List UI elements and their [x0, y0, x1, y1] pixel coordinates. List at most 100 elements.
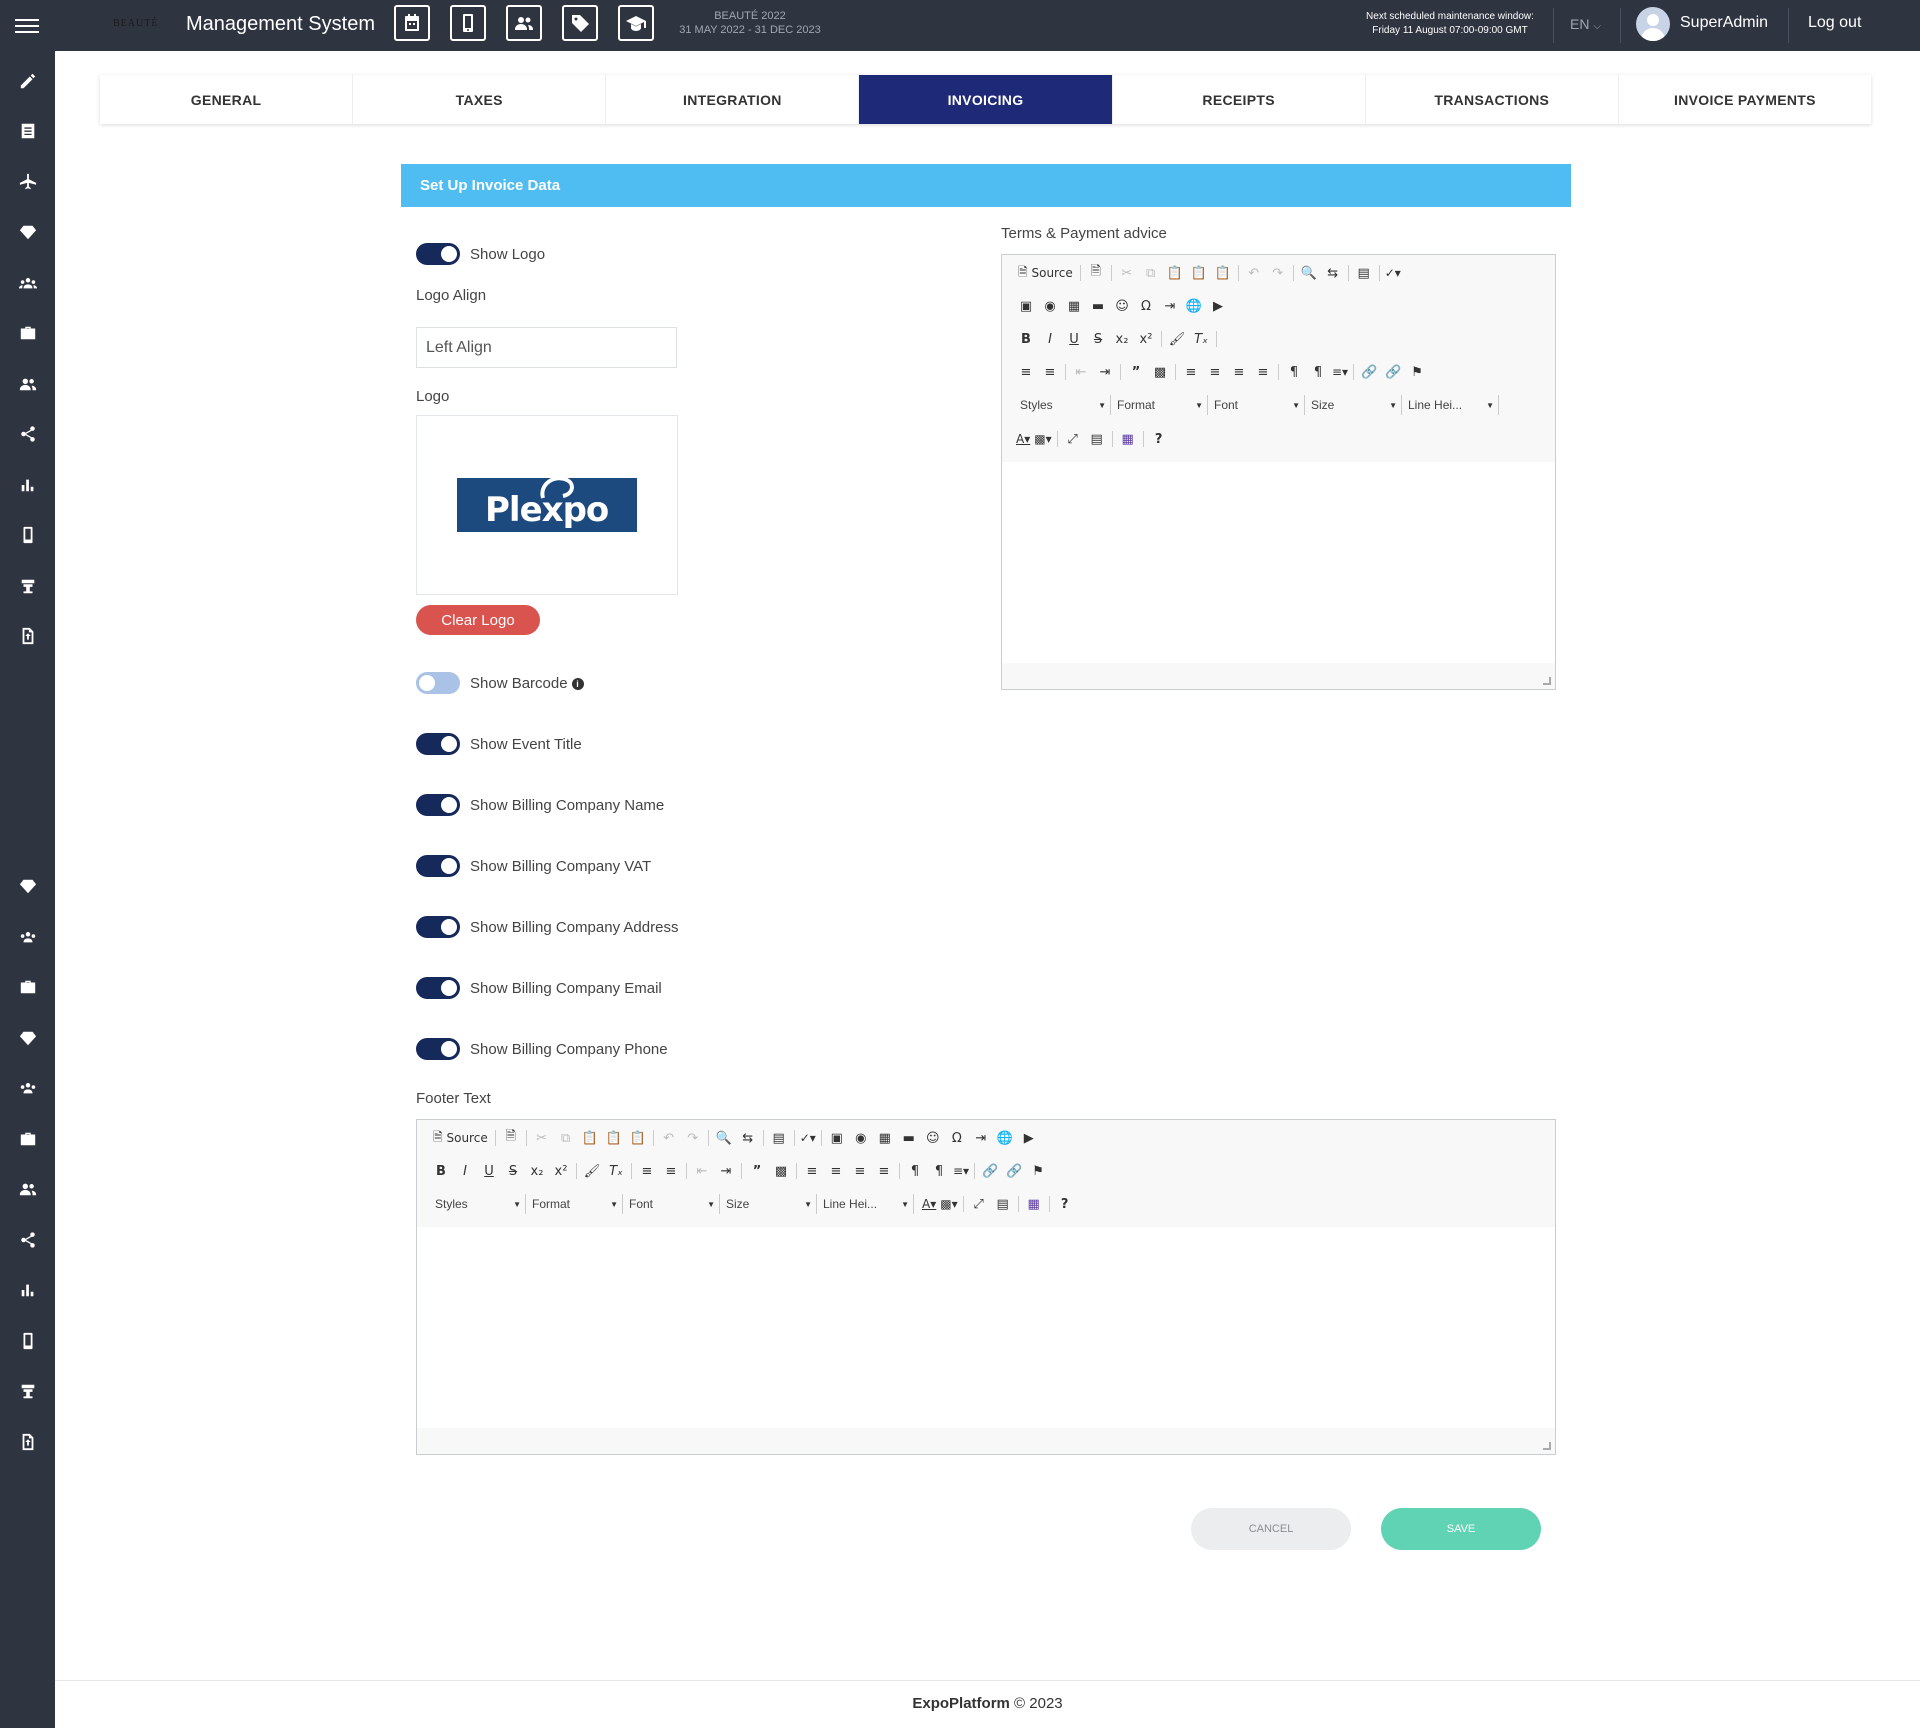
tab-transactions[interactable]: TRANSACTIONS — [1366, 75, 1619, 124]
diamond-icon[interactable] — [17, 1027, 39, 1049]
show-billing-company-email-toggle[interactable] — [416, 977, 460, 999]
page-break-icon[interactable]: ⇥ — [969, 1127, 993, 1149]
help-icon[interactable]: ? — [1053, 1193, 1077, 1215]
show-blocks-icon[interactable]: ▤ — [1085, 428, 1109, 450]
mobile-icon[interactable] — [450, 5, 486, 41]
superscript-icon[interactable]: x² — [549, 1160, 573, 1182]
show-billing-company-address-toggle[interactable] — [416, 916, 460, 938]
mobile-icon[interactable] — [17, 524, 39, 546]
youtube-icon[interactable]: ▶ — [1017, 1127, 1041, 1149]
table-icon[interactable]: ▦ — [873, 1127, 897, 1149]
table-icon[interactable]: ▦ — [1062, 295, 1086, 317]
show-logo-toggle[interactable] — [416, 243, 460, 265]
replace-icon[interactable]: ⇆ — [1321, 262, 1345, 284]
tab-receipts[interactable]: RECEIPTS — [1113, 75, 1366, 124]
stand-icon[interactable] — [17, 575, 39, 597]
format-combo[interactable]: Format ▼ — [1111, 395, 1208, 415]
user-name[interactable]: SuperAdmin — [1680, 14, 1768, 32]
logout-link[interactable]: Log out — [1808, 14, 1861, 32]
outdent-icon[interactable]: ⇤ — [690, 1160, 714, 1182]
redo-icon[interactable]: ↷ — [1266, 262, 1290, 284]
mobile-icon[interactable] — [17, 1330, 39, 1352]
tab-invoice-payments[interactable]: INVOICE PAYMENTS — [1619, 75, 1871, 124]
briefcase-icon[interactable] — [17, 1128, 39, 1150]
show-billing-company-vat-toggle[interactable] — [416, 855, 460, 877]
diamond-icon[interactable] — [17, 875, 39, 897]
bulleted-list-icon[interactable]: ≡ — [659, 1160, 683, 1182]
spellcheck-icon[interactable]: ✓▾ — [798, 1127, 818, 1149]
undo-icon[interactable]: ↶ — [657, 1127, 681, 1149]
bulleted-list-icon[interactable]: ≡ — [1038, 361, 1062, 383]
align-justify-icon[interactable]: ≡ — [1251, 361, 1275, 383]
line-height-combo[interactable]: Line Hei... ▼ — [817, 1194, 914, 1214]
text-color-icon[interactable]: A▾ — [920, 1193, 938, 1215]
paste-icon[interactable]: 📋 — [1163, 262, 1187, 284]
anchor-flag-icon[interactable]: ⚑ — [1405, 361, 1429, 383]
subscript-icon[interactable]: x₂ — [525, 1160, 549, 1182]
styles-combo[interactable]: Styles ▼ — [429, 1194, 526, 1214]
subscript-icon[interactable]: x₂ — [1110, 328, 1134, 350]
background-color-icon[interactable]: ▩▾ — [938, 1193, 959, 1215]
line-height-combo[interactable]: Line Hei... ▼ — [1402, 395, 1499, 415]
copy-icon[interactable]: ⧉ — [554, 1127, 578, 1149]
blockquote-icon[interactable]: ” — [1124, 361, 1148, 383]
size-combo[interactable]: Size ▼ — [720, 1194, 817, 1214]
italic-icon[interactable]: I — [1038, 328, 1062, 350]
underline-icon[interactable]: U — [1062, 328, 1086, 350]
outdent-icon[interactable]: ⇤ — [1069, 361, 1093, 383]
briefcase-icon[interactable] — [17, 976, 39, 998]
paste-word-icon[interactable]: 📋 — [626, 1127, 650, 1149]
calendar-icon[interactable] — [394, 5, 430, 41]
diamond-icon[interactable] — [17, 221, 39, 243]
bold-icon[interactable]: B — [1014, 328, 1038, 350]
image-icon[interactable]: ▣ — [825, 1127, 849, 1149]
resize-handle-icon[interactable] — [1543, 1442, 1551, 1450]
align-center-icon[interactable]: ≡ — [824, 1160, 848, 1182]
maximize-icon[interactable]: ⤢ — [1061, 428, 1085, 450]
horizontal-rule-icon[interactable]: ▬ — [1086, 295, 1110, 317]
templates-grid-icon[interactable]: ▦ — [1022, 1193, 1046, 1215]
iframe-icon[interactable]: 🌐 — [993, 1127, 1017, 1149]
footer-text-editor-content[interactable] — [417, 1227, 1555, 1428]
italic-icon[interactable]: I — [453, 1160, 477, 1182]
replace-icon[interactable]: ⇆ — [736, 1127, 760, 1149]
copy-icon[interactable]: ⧉ — [1139, 262, 1163, 284]
bar-chart-icon[interactable] — [17, 1279, 39, 1301]
page-break-icon[interactable]: ⇥ — [1158, 295, 1182, 317]
language-selector[interactable]: EN ⌵ — [1570, 16, 1601, 32]
horizontal-rule-icon[interactable]: ▬ — [897, 1127, 921, 1149]
language-dropdown-icon[interactable]: ≡▾ — [951, 1160, 971, 1182]
file-upload-icon[interactable] — [17, 625, 39, 647]
smiley-icon[interactable]: ☺ — [1110, 295, 1134, 317]
superscript-icon[interactable]: x² — [1134, 328, 1158, 350]
align-right-icon[interactable]: ≡ — [1227, 361, 1251, 383]
remove-format-icon[interactable]: Tₓ — [1189, 328, 1213, 350]
flash-icon[interactable]: ◉ — [849, 1127, 873, 1149]
underline-icon[interactable]: U — [477, 1160, 501, 1182]
templates-grid-icon[interactable]: ▦ — [1116, 428, 1140, 450]
show-billing-company-name-toggle[interactable] — [416, 794, 460, 816]
anchor-flag-icon[interactable]: ⚑ — [1026, 1160, 1050, 1182]
paste-text-icon[interactable]: 📋 — [1187, 262, 1211, 284]
pencil-icon[interactable] — [17, 70, 39, 92]
align-left-icon[interactable]: ≡ — [1179, 361, 1203, 383]
align-center-icon[interactable]: ≡ — [1203, 361, 1227, 383]
bar-chart-icon[interactable] — [17, 474, 39, 496]
find-icon[interactable]: 🔍 — [712, 1127, 736, 1149]
avatar[interactable] — [1636, 7, 1670, 41]
select-all-icon[interactable]: ▤ — [767, 1127, 791, 1149]
share-icon[interactable] — [17, 423, 39, 445]
blockquote-icon[interactable]: ” — [745, 1160, 769, 1182]
resize-handle-icon[interactable] — [1543, 677, 1551, 685]
hamburger-menu-icon[interactable] — [15, 19, 39, 33]
new-page-icon[interactable]: 🗎 — [499, 1127, 523, 1149]
align-justify-icon[interactable]: ≡ — [872, 1160, 896, 1182]
paste-word-icon[interactable]: 📋 — [1211, 262, 1235, 284]
show-event-title-toggle[interactable] — [416, 733, 460, 755]
numbered-list-icon[interactable]: ≡ — [635, 1160, 659, 1182]
link-icon[interactable]: 🔗 — [1357, 361, 1381, 383]
strikethrough-icon[interactable]: S — [501, 1160, 525, 1182]
special-char-icon[interactable]: Ω — [1134, 295, 1158, 317]
users-icon[interactable] — [506, 5, 542, 41]
div-icon[interactable]: ▩ — [1148, 361, 1172, 383]
